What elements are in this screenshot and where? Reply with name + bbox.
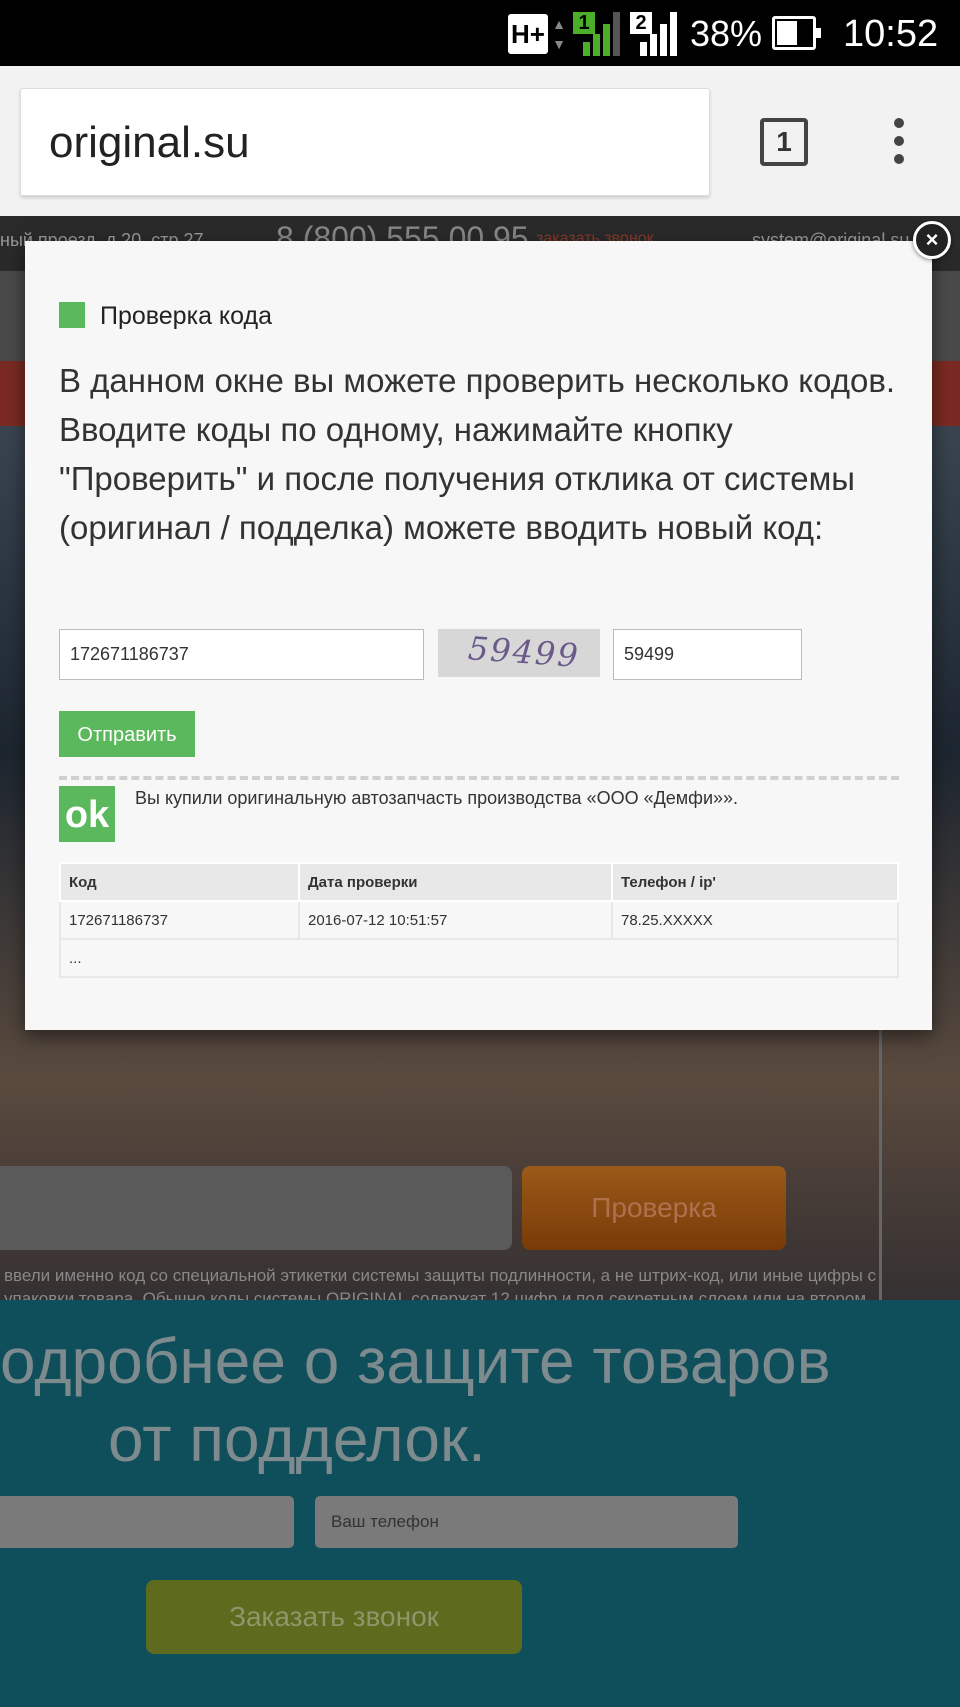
battery-percent: 38% <box>690 13 763 54</box>
divider <box>59 776 899 780</box>
cell-code: 172671186737 <box>59 900 300 940</box>
table-row-more: ... <box>59 938 899 978</box>
tab-switcher-button[interactable]: 1 <box>760 118 808 166</box>
close-icon[interactable]: × <box>913 221 951 259</box>
code-input[interactable]: 172671186737 <box>59 629 424 680</box>
cell-date: 2016-07-12 10:51:57 <box>298 900 613 940</box>
ok-badge: ok <box>59 786 115 842</box>
table-row: 172671186737 2016-07-12 10:51:57 78.25.X… <box>59 900 899 940</box>
send-button[interactable]: Отправить <box>59 711 195 757</box>
modal-description: В данном окне вы можете проверить нескол… <box>59 362 896 546</box>
cell-phone: 78.25.XXXXX <box>611 900 899 940</box>
promo-section: одробнее о защите товаров от подделок. В… <box>0 1300 960 1707</box>
clock: 10:52 <box>843 13 939 55</box>
promo-heading-line1: одробнее о защите товаров <box>0 1325 831 1397</box>
signal-sim1-icon: 1 <box>573 12 623 56</box>
cell-more: ... <box>59 938 899 978</box>
browser-toolbar: original.su 1 <box>0 66 960 216</box>
network-type-icon: H+ <box>508 14 548 54</box>
sim2-label: 2 <box>630 12 652 34</box>
table-header-row: Код Дата проверки Телефон / ip' <box>59 862 899 902</box>
order-call-button[interactable]: Заказать звонок <box>146 1580 522 1654</box>
name-input[interactable] <box>0 1496 294 1548</box>
hero-check-button[interactable]: Проверка <box>522 1166 786 1250</box>
data-activity-icon: ▲ ▼ <box>552 16 566 52</box>
modal-title: Проверка кода <box>100 302 272 330</box>
signal-sim2-icon: 2 <box>630 12 680 56</box>
overflow-menu-icon[interactable] <box>884 118 914 168</box>
history-table: Код Дата проверки Телефон / ip' 17267118… <box>59 862 899 978</box>
battery-icon <box>772 16 821 50</box>
col-phone-header: Телефон / ip' <box>611 862 899 902</box>
result-message: Вы купили оригинальную автозапчасть прои… <box>135 788 739 808</box>
captcha-input[interactable]: 59499 <box>613 629 802 680</box>
address-bar[interactable]: original.su <box>20 88 710 196</box>
code-check-modal: Проверка кода В данном окне вы можете пр… <box>25 241 932 1030</box>
title-square-icon <box>59 302 85 328</box>
promo-heading-line2: от подделок. <box>108 1403 486 1475</box>
phone-input[interactable]: Ваш телефон <box>315 1496 738 1548</box>
url-text[interactable]: original.su <box>49 89 250 197</box>
hero-code-field[interactable] <box>0 1166 512 1250</box>
col-code-header: Код <box>59 862 300 902</box>
sim1-label: 1 <box>573 12 595 34</box>
col-date-header: Дата проверки <box>298 862 613 902</box>
captcha-text: 59499 <box>466 629 581 675</box>
status-bar: H+ ▲ ▼ 1 2 38% 10:52 <box>0 0 960 66</box>
captcha-image: 59499 <box>438 629 600 677</box>
